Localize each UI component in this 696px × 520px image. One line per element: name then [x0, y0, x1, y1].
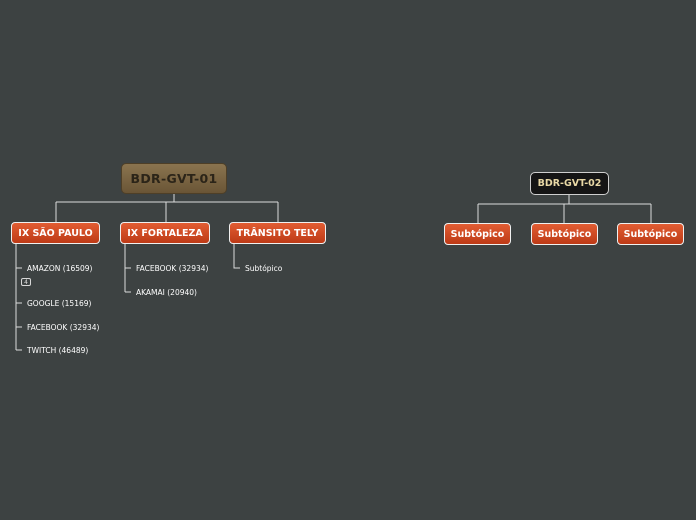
main-topic-transito-tely[interactable]: TRÂNSITO TELY [229, 222, 326, 244]
subtopic-facebook[interactable]: FACEBOOK (32934) [27, 323, 99, 332]
main-topic-subtopico-2[interactable]: Subtópico [531, 223, 598, 245]
main-topic-subtopico-3[interactable]: Subtópico [617, 223, 684, 245]
subtopic-google[interactable]: GOOGLE (15169) [27, 299, 91, 308]
subtopic-akamai[interactable]: AKAMAI (20940) [136, 288, 197, 297]
main-topic-ix-fortaleza[interactable]: IX FORTALEZA [120, 222, 210, 244]
subtopic-placeholder[interactable]: Subtópico [245, 264, 282, 273]
central-topic-bdr-gvt-01[interactable]: BDR-GVT-01 [121, 163, 227, 194]
collapsed-count-badge[interactable]: 4 [21, 278, 31, 286]
subtopic-amazon[interactable]: AMAZON (16509) [27, 264, 92, 273]
main-topic-ix-sao-paulo[interactable]: IX SÃO PAULO [11, 222, 100, 244]
subtopic-facebook[interactable]: FACEBOOK (32934) [136, 264, 208, 273]
main-topic-subtopico-1[interactable]: Subtópico [444, 223, 511, 245]
connector-lines [15, 194, 652, 351]
subtopic-twitch[interactable]: TWITCH (46489) [27, 346, 88, 355]
central-topic-bdr-gvt-02[interactable]: BDR-GVT-02 [530, 172, 609, 195]
